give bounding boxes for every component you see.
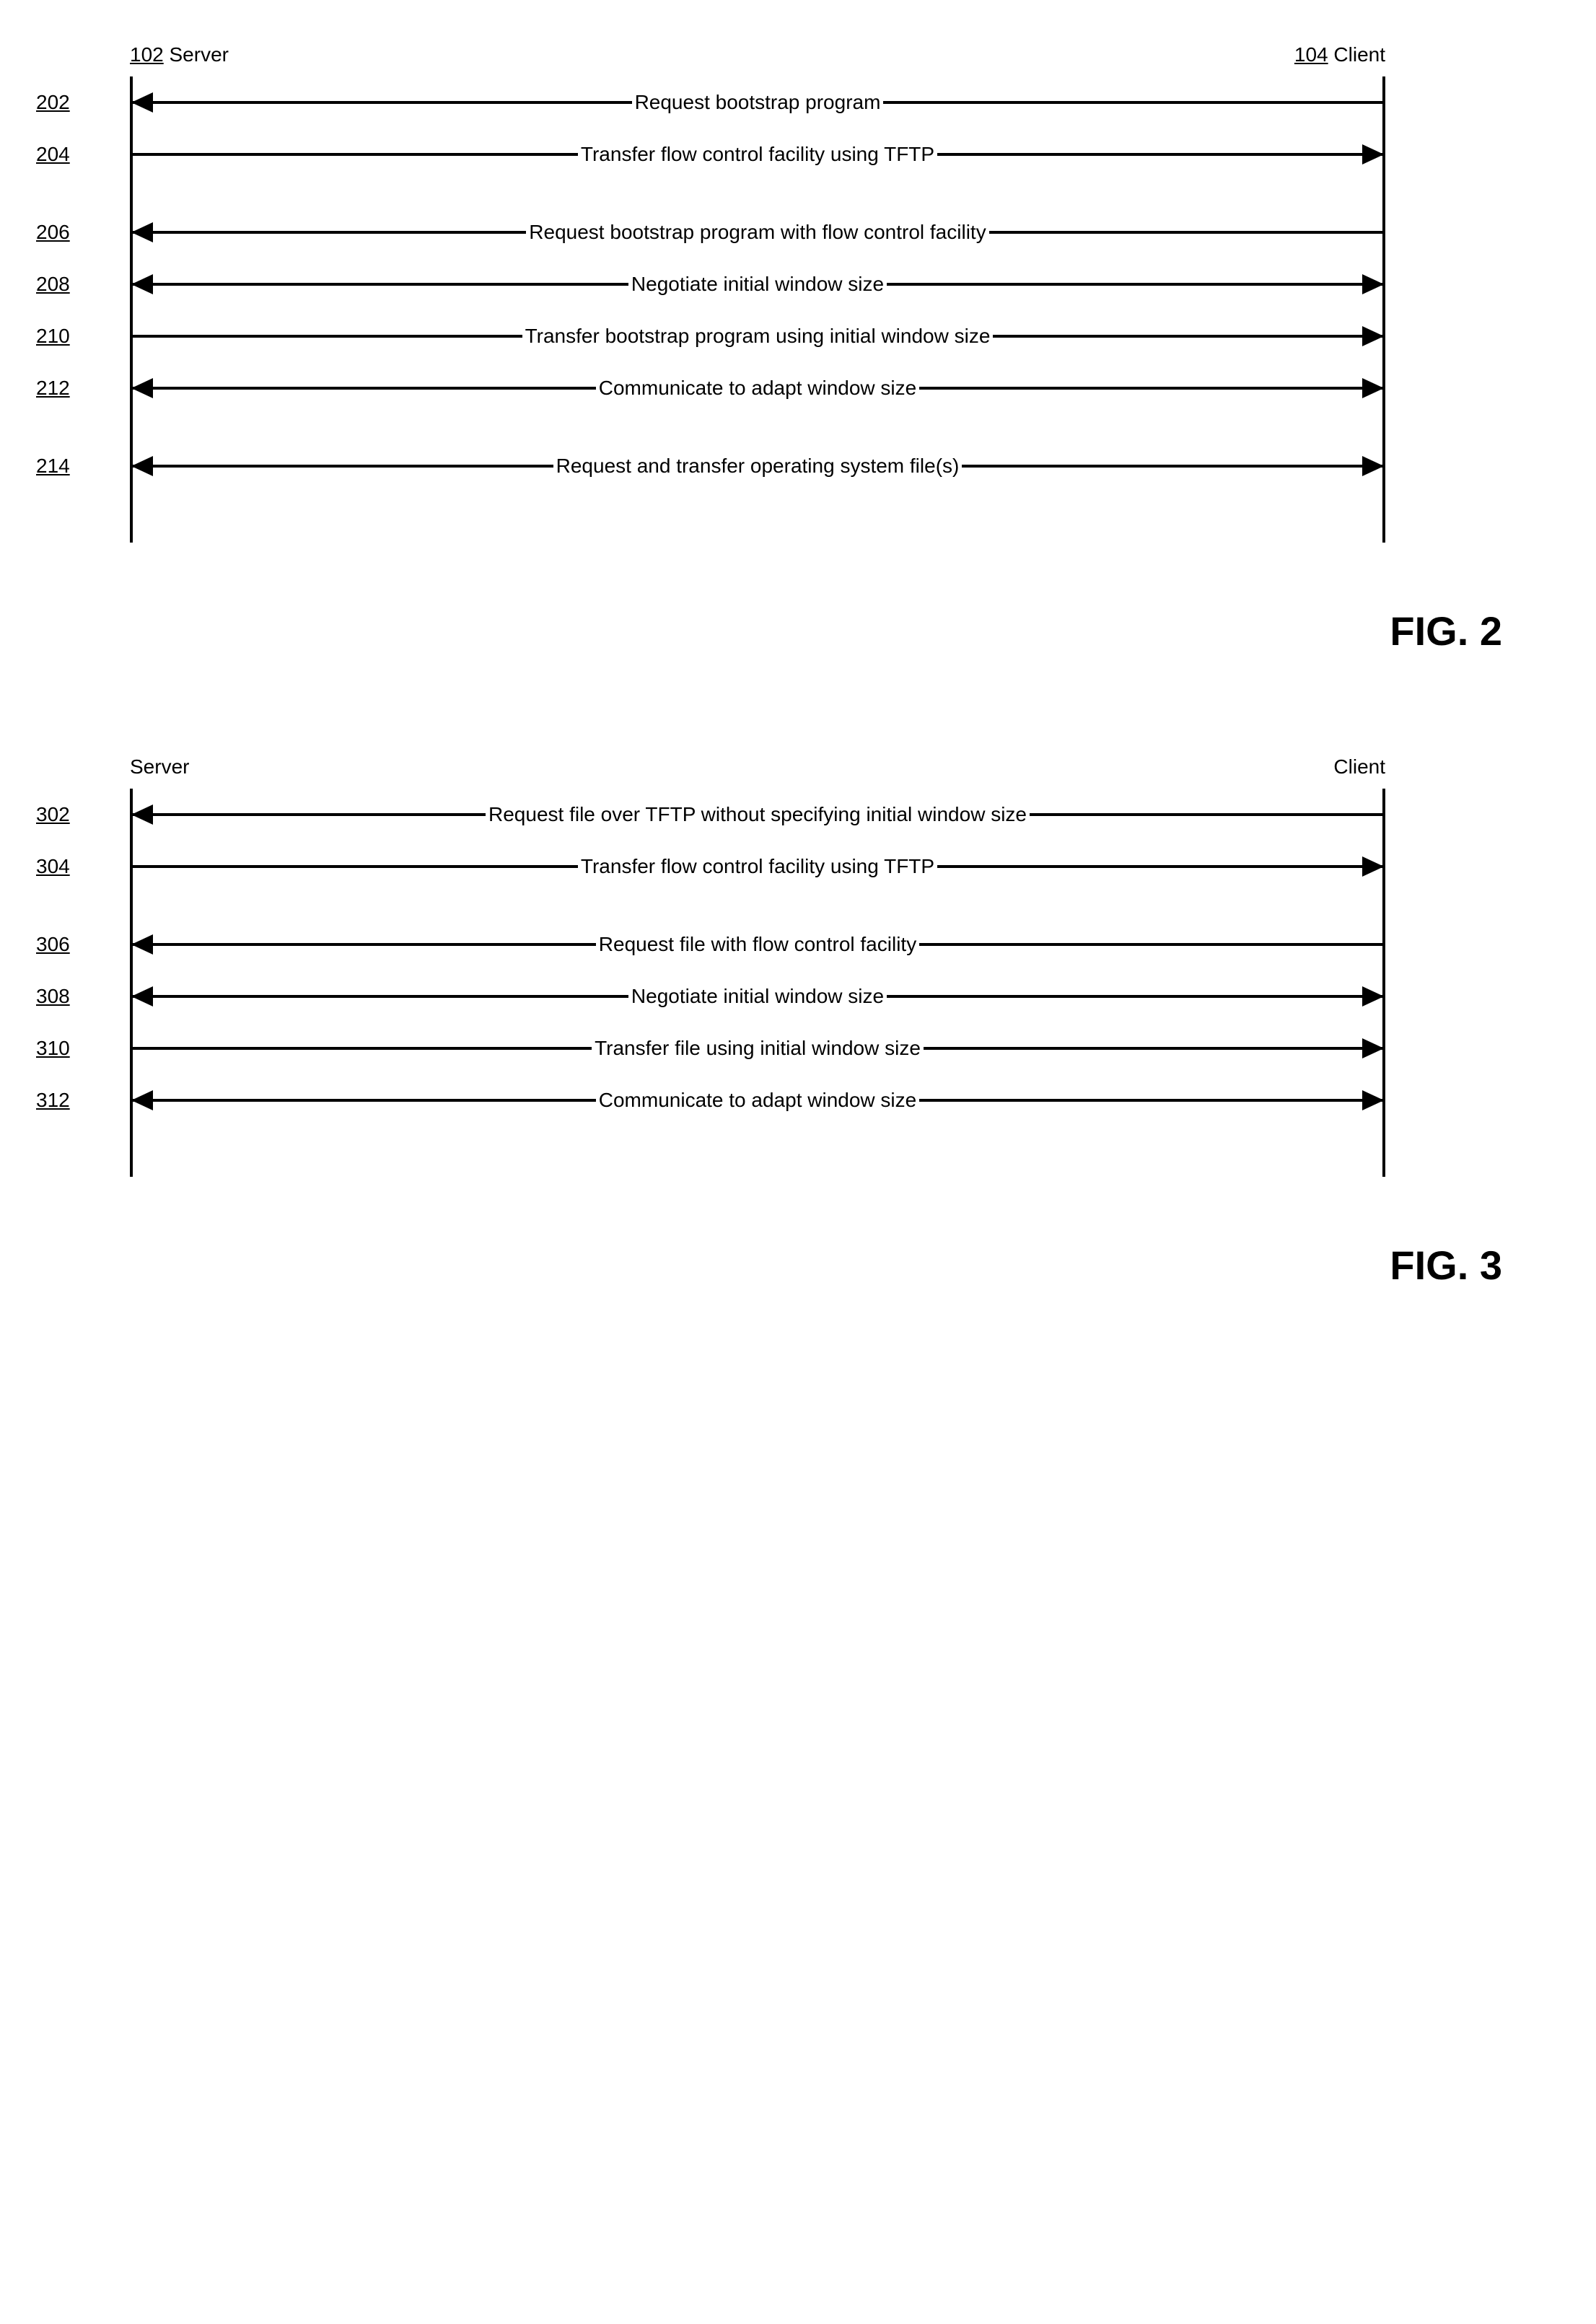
sequence-header: 102 Server 104 Client	[130, 43, 1385, 72]
message-text: Communicate to adapt window size	[596, 377, 919, 400]
message-row: Transfer bootstrap program using initial…	[130, 310, 1385, 362]
step-ref: 210	[36, 310, 130, 362]
message-row: Transfer file using initial window size	[130, 1022, 1385, 1074]
sequence-body: 202 204 206 208 210 212 214 Request boot…	[36, 76, 1560, 543]
figure-3: Server Client 302 304 306 308 310 312 Re…	[36, 755, 1560, 1289]
figure-caption: FIG. 2	[36, 608, 1502, 654]
server-text: Server	[130, 755, 189, 778]
message-row: Communicate to adapt window size	[130, 362, 1385, 414]
step-ref: 304	[36, 841, 130, 893]
message-row: Negotiate initial window size	[130, 258, 1385, 310]
sequence-body: 302 304 306 308 310 312 Request file ove…	[36, 789, 1560, 1177]
sequence-header: Server Client	[130, 755, 1385, 784]
message-row: Request bootstrap program	[130, 76, 1385, 128]
sequence-lane: Request file over TFTP without specifyin…	[130, 789, 1385, 1177]
message-text: Transfer bootstrap program using initial…	[522, 325, 994, 348]
message-row: Transfer flow control facility using TFT…	[130, 128, 1385, 180]
client-ref: 104	[1294, 43, 1328, 66]
step-ref: 310	[36, 1022, 130, 1074]
step-column: 202 204 206 208 210 212 214	[36, 76, 130, 492]
client-label: Client	[1333, 755, 1385, 779]
message-row: Request and transfer operating system fi…	[130, 440, 1385, 492]
message-text: Request bootstrap program with flow cont…	[526, 221, 988, 244]
server-text: Server	[170, 43, 229, 66]
message-text: Negotiate initial window size	[628, 985, 887, 1008]
message-text: Request and transfer operating system fi…	[553, 455, 963, 478]
client-text: Client	[1333, 43, 1385, 66]
message-text: Request file with flow control facility	[596, 933, 919, 956]
message-row: Communicate to adapt window size	[130, 1074, 1385, 1126]
step-ref: 212	[36, 362, 130, 414]
step-ref: 206	[36, 206, 130, 258]
step-ref: 312	[36, 1074, 130, 1126]
server-label: 102 Server	[130, 43, 229, 66]
step-ref: 208	[36, 258, 130, 310]
message-row: Request bootstrap program with flow cont…	[130, 206, 1385, 258]
server-ref: 102	[130, 43, 164, 66]
step-ref: 204	[36, 128, 130, 180]
figure-caption: FIG. 3	[36, 1242, 1502, 1289]
message-row: Negotiate initial window size	[130, 970, 1385, 1022]
figure-2: 102 Server 104 Client 202 204 206 208 21…	[36, 43, 1560, 654]
step-ref: 214	[36, 440, 130, 492]
message-row: Request file over TFTP without specifyin…	[130, 789, 1385, 841]
sequence-lane: Request bootstrap program Transfer flow …	[130, 76, 1385, 543]
message-text: Negotiate initial window size	[628, 273, 887, 296]
server-label: Server	[130, 755, 189, 779]
step-ref: 306	[36, 918, 130, 970]
message-text: Request file over TFTP without specifyin…	[486, 803, 1030, 826]
client-text: Client	[1333, 755, 1385, 778]
message-text: Request bootstrap program	[632, 91, 884, 114]
message-row: Transfer flow control facility using TFT…	[130, 841, 1385, 893]
step-column: 302 304 306 308 310 312	[36, 789, 130, 1126]
message-text: Transfer flow control facility using TFT…	[578, 143, 937, 166]
message-text: Communicate to adapt window size	[596, 1089, 919, 1112]
step-ref: 202	[36, 76, 130, 128]
step-ref: 302	[36, 789, 130, 841]
client-label: 104 Client	[1294, 43, 1385, 66]
message-row: Request file with flow control facility	[130, 918, 1385, 970]
step-ref: 308	[36, 970, 130, 1022]
message-text: Transfer flow control facility using TFT…	[578, 855, 937, 878]
message-text: Transfer file using initial window size	[592, 1037, 924, 1060]
